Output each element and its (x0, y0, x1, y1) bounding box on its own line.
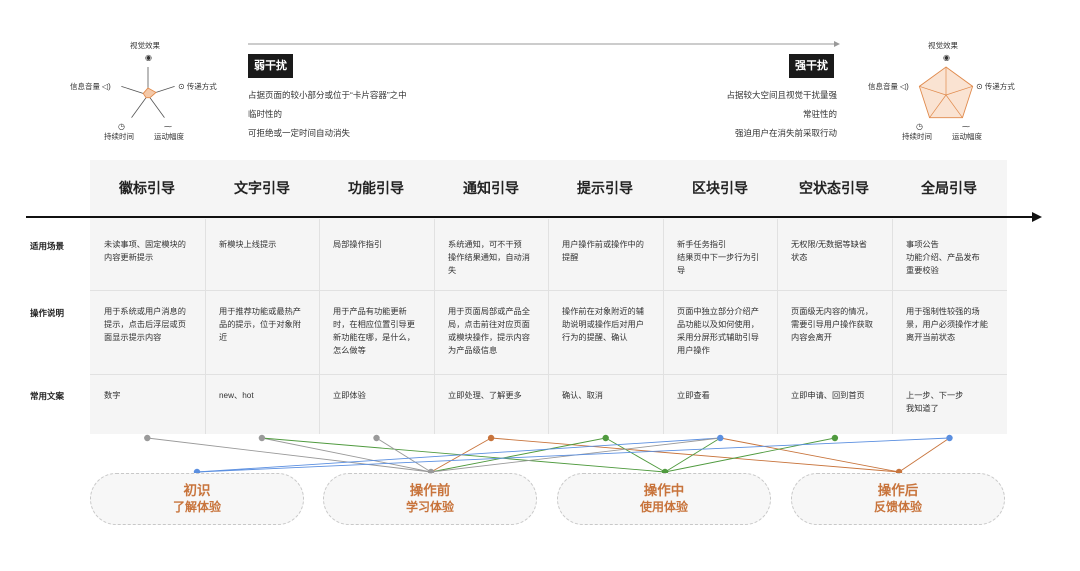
stage-title: 操作中 (643, 483, 685, 498)
stage-subtitle: 学习体验 (405, 500, 454, 514)
stage-after-operation: 操作后 反馈体验 (791, 473, 1005, 525)
guide-dot (831, 434, 839, 442)
guide-dot (144, 434, 151, 442)
guide-dot (946, 434, 953, 442)
stage-during-operation: 操作中 使用体验 (557, 473, 771, 525)
stage-subtitle: 使用体验 (639, 500, 688, 514)
guide-dot (602, 434, 609, 442)
guide-dot (258, 434, 266, 442)
connector-line (898, 437, 950, 473)
stage-first-impression: 初识 了解体验 (90, 473, 304, 525)
stage-title: 操作前 (409, 483, 451, 498)
guide-dot (487, 434, 495, 442)
stage-title: 初识 (183, 483, 211, 498)
guide-dot (717, 434, 724, 442)
guide-dot (373, 434, 380, 442)
stage-before-operation: 操作前 学习体验 (323, 473, 537, 525)
stage-subtitle: 反馈体验 (873, 500, 922, 514)
stage-title: 操作后 (877, 483, 919, 498)
stage-subtitle: 了解体验 (172, 500, 221, 514)
